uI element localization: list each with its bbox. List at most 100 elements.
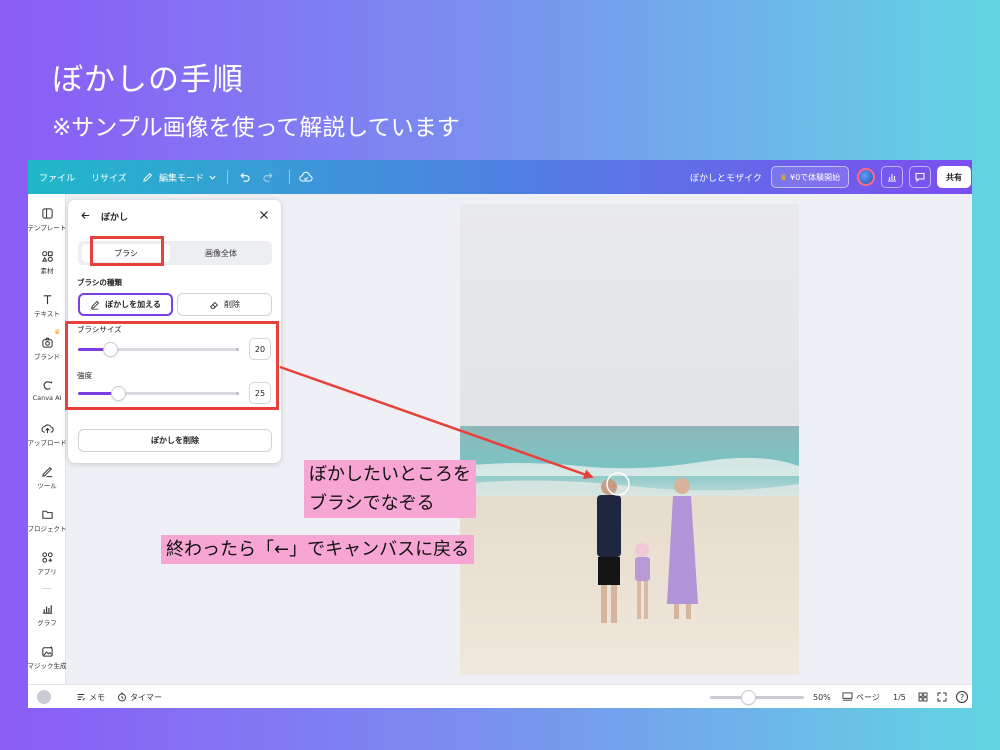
timer-label: タイマー bbox=[130, 692, 162, 702]
comments-button[interactable] bbox=[909, 166, 931, 188]
sidebar-item-label: マジック生成 bbox=[28, 662, 67, 670]
pages-icon bbox=[842, 692, 853, 701]
pages-label: ページ bbox=[856, 692, 880, 702]
arrow-left-icon bbox=[80, 211, 89, 219]
brush-type-label: ブラシの種類 bbox=[77, 278, 122, 287]
bar-chart-icon bbox=[888, 174, 896, 182]
sidebar-item-label: テンプレート bbox=[28, 224, 67, 232]
sidebar-item-label: 素材 bbox=[40, 267, 54, 275]
callout-brush-instruction: ぼかしたいところを ブラシでなぞる bbox=[304, 460, 476, 518]
callout-return-instruction: 終わったら「←」でキャンバスに戻る bbox=[161, 535, 475, 564]
remove-blur-button[interactable]: ぼかしを削除 bbox=[78, 429, 272, 452]
sidebar-item-brand[interactable]: ブランド bbox=[28, 336, 66, 361]
tools-icon bbox=[41, 467, 52, 478]
grid-view-button[interactable] bbox=[918, 685, 928, 708]
zoom-level[interactable]: 50% bbox=[813, 685, 831, 708]
callout-line: ぼかしたいところを bbox=[309, 464, 471, 485]
redo-button[interactable] bbox=[262, 160, 275, 194]
avatar[interactable] bbox=[857, 168, 875, 186]
timer-icon bbox=[118, 692, 126, 702]
sidebar-item-charts[interactable]: グラフ bbox=[28, 602, 66, 627]
erase-button[interactable]: 削除 bbox=[177, 293, 272, 316]
brush-icon bbox=[91, 300, 100, 309]
sidebar-item-text[interactable]: テキスト bbox=[28, 293, 66, 318]
notes-button[interactable]: メモ bbox=[76, 685, 105, 708]
notes-label: メモ bbox=[89, 692, 105, 702]
undo-button[interactable] bbox=[238, 160, 251, 194]
callout-line: ブラシでなぞる bbox=[309, 493, 435, 514]
apps-icon bbox=[41, 552, 53, 563]
slider-settings-highlight bbox=[65, 321, 279, 410]
sidebar-item-label: ブランド bbox=[34, 353, 60, 361]
elements-icon bbox=[41, 251, 53, 262]
help-button[interactable]: ? bbox=[956, 685, 968, 708]
sidebar-item-label: Canva AI bbox=[32, 394, 62, 402]
upload-icon bbox=[40, 424, 54, 434]
pencil-icon bbox=[143, 172, 152, 182]
sidebar-item-magic-media[interactable]: マジック生成 bbox=[28, 645, 67, 670]
crown-icon: ♛ bbox=[779, 172, 787, 182]
sidebar-item-elements[interactable]: 素材 bbox=[28, 250, 66, 275]
timer-button[interactable]: タイマー bbox=[117, 685, 162, 708]
brand-icon bbox=[41, 337, 53, 348]
add-blur-button[interactable]: ぼかしを加える bbox=[78, 293, 173, 316]
sidebar-divider bbox=[42, 588, 52, 589]
tab-whole-image[interactable]: 画像全体 bbox=[172, 244, 270, 262]
eraser-icon bbox=[210, 301, 218, 309]
bottom-bar: メモ タイマー 50% ページ 1/5 ? bbox=[28, 684, 972, 708]
comment-icon bbox=[915, 172, 925, 183]
back-button[interactable] bbox=[78, 208, 92, 222]
template-icon bbox=[41, 208, 53, 219]
sidebar-item-tools[interactable]: ツール bbox=[28, 465, 66, 490]
slide-title: ぼかしの手順 bbox=[52, 62, 244, 98]
toolbar-divider bbox=[227, 170, 228, 184]
zoom-slider[interactable] bbox=[710, 691, 804, 704]
share-button[interactable]: 共有 bbox=[937, 166, 971, 188]
start-trial-label: ¥0で体験開始 bbox=[789, 172, 841, 182]
sidebar-item-apps[interactable]: アプリ bbox=[28, 551, 66, 576]
help-bubble-button[interactable] bbox=[37, 685, 51, 708]
chart-icon bbox=[42, 605, 52, 614]
insights-button[interactable] bbox=[881, 166, 903, 188]
canvas-photo[interactable] bbox=[460, 204, 799, 675]
sidebar-item-label: プロジェクト bbox=[28, 525, 67, 533]
canva-editor-window: ファイル リサイズ 編集モード ぼかしとモザイク ♛ ¥0で体験開始 共有 テン… bbox=[28, 160, 972, 708]
text-icon bbox=[43, 295, 51, 305]
magic-icon bbox=[41, 645, 53, 657]
sidebar-item-label: アプリ bbox=[37, 568, 57, 576]
fullscreen-button[interactable] bbox=[937, 685, 947, 708]
sidebar-item-label: グラフ bbox=[37, 619, 57, 627]
folder-icon bbox=[41, 510, 53, 519]
help-icon: ? bbox=[956, 691, 968, 703]
expand-icon bbox=[937, 692, 947, 702]
zoom-slider-knob[interactable] bbox=[742, 691, 755, 704]
edit-mode-menu[interactable]: 編集モード bbox=[142, 160, 217, 194]
sidebar-item-canva-ai[interactable]: Canva AI bbox=[28, 379, 66, 402]
notes-icon bbox=[77, 694, 86, 701]
canva-ai-icon bbox=[43, 380, 53, 390]
sidebar-item-templates[interactable]: テンプレート bbox=[28, 207, 66, 232]
sidebar-item-uploads[interactable]: アップロード bbox=[28, 422, 67, 447]
beach-photo bbox=[460, 204, 799, 675]
file-menu[interactable]: ファイル bbox=[39, 160, 75, 194]
document-title[interactable]: ぼかしとモザイク bbox=[690, 160, 762, 194]
cloud-save-status[interactable] bbox=[299, 160, 313, 194]
panel-title: ぼかし bbox=[101, 213, 129, 223]
top-toolbar: ファイル リサイズ 編集モード ぼかしとモザイク ♛ ¥0で体験開始 共有 bbox=[28, 160, 972, 194]
chevron-down-icon bbox=[209, 175, 216, 180]
pages-button[interactable]: ページ bbox=[842, 685, 880, 708]
slide-subtitle: ※サンプル画像を使って解説しています bbox=[52, 115, 460, 141]
start-trial-button[interactable]: ♛ ¥0で体験開始 bbox=[771, 166, 849, 188]
resize-menu[interactable]: リサイズ bbox=[91, 160, 127, 194]
page-count: 1/5 bbox=[893, 692, 906, 702]
sidebar-item-projects[interactable]: プロジェクト bbox=[28, 508, 67, 533]
close-button[interactable] bbox=[257, 208, 271, 222]
sidebar-item-label: テキスト bbox=[34, 310, 60, 318]
edit-mode-label: 編集モード bbox=[159, 173, 205, 184]
sidebar-item-label: ツール bbox=[37, 482, 57, 490]
crown-badge-icon: ♛ bbox=[54, 328, 61, 336]
redo-icon bbox=[263, 172, 273, 182]
grid-view-icon bbox=[918, 692, 928, 702]
brush-tab-highlight bbox=[90, 236, 164, 266]
add-blur-label: ぼかしを加える bbox=[105, 300, 161, 309]
